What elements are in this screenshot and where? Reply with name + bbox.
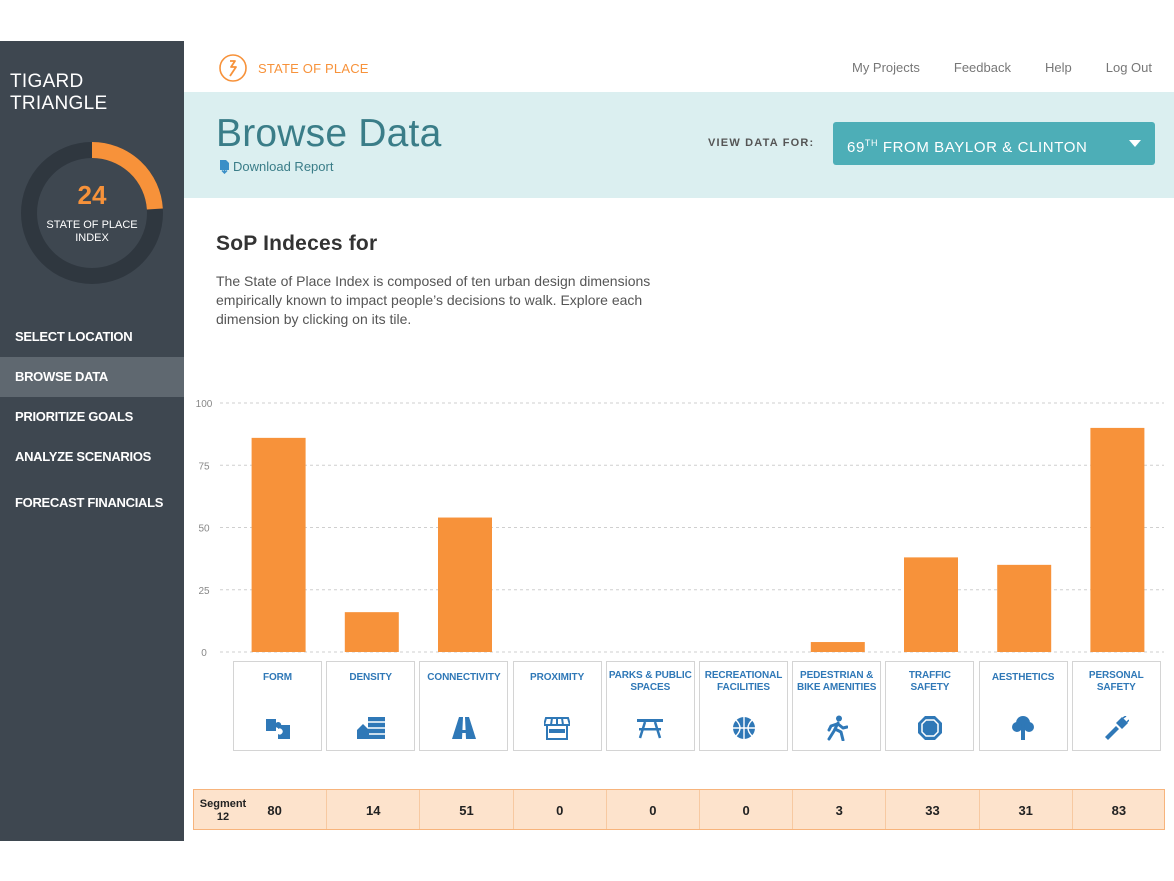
y-tick-label: 0 — [201, 648, 207, 659]
top-bar: STATE OF PLACE My Projects Feedback Help… — [184, 41, 1174, 92]
segment-value: 0 — [605, 790, 699, 829]
y-tick-label: 100 — [196, 399, 213, 410]
segment-value: 51 — [419, 790, 512, 829]
state-of-place-logo-icon — [219, 54, 247, 82]
storefront-icon — [514, 714, 601, 742]
top-nav: My Projects Feedback Help Log Out — [818, 60, 1152, 75]
road-icon — [420, 714, 507, 742]
tile-parks-public-spaces[interactable]: PARKS & PUBLIC SPACES — [605, 661, 695, 751]
download-file-icon — [220, 159, 229, 174]
tile-label: CONNECTIVITY — [427, 672, 501, 683]
project-title: TIGARD TRIANGLE — [10, 71, 108, 114]
location-select-value: 69TH FROM BAYLOR & CLINTON — [847, 138, 1088, 156]
tile-connectivity[interactable]: CONNECTIVITY — [419, 661, 509, 751]
bar-traffic-safety — [904, 557, 958, 652]
tile-pedestrian-bike-amenities[interactable]: PEDESTRIAN & BIKE AMENITIES — [792, 661, 882, 751]
tile-form[interactable]: FORM — [233, 661, 322, 751]
tile-label: PERSONAL SAFETY — [1088, 670, 1144, 693]
sidebar: TIGARD TRIANGLE 24 STATE OF PLACE INDEX … — [0, 41, 184, 841]
tile-recreational-facilities[interactable]: RECREATIONAL FACILITIES — [699, 661, 788, 751]
y-tick-label: 75 — [198, 461, 210, 472]
stop-sign-icon — [886, 714, 973, 742]
segment-value: 14 — [326, 790, 419, 829]
nav-prioritize-goals[interactable]: PRIORITIZE GOALS — [0, 397, 184, 437]
location-select[interactable]: 69TH FROM BAYLOR & CLINTON — [833, 122, 1155, 165]
brand-name: STATE OF PLACE — [258, 60, 369, 76]
tile-label: TRAFFIC SAFETY — [908, 670, 951, 693]
segment-value: 0 — [512, 790, 606, 829]
view-data-label: VIEW DATA FOR: — [708, 137, 815, 149]
segment-value: 31 — [978, 790, 1072, 829]
tile-label: PARKS & PUBLIC SPACES — [608, 670, 692, 693]
nav-select-location[interactable]: SELECT LOCATION — [0, 317, 184, 357]
help-link[interactable]: Help — [1045, 60, 1072, 75]
download-report-link[interactable]: Download Report — [220, 159, 333, 174]
tile-label: DENSITY — [349, 672, 392, 683]
bar-density — [344, 612, 399, 652]
tile-density[interactable]: DENSITY — [326, 661, 416, 751]
index-value: 24 — [77, 180, 107, 210]
index-gauge — [21, 142, 163, 284]
buildings-icon — [327, 714, 414, 742]
index-label: STATE OF PLACE INDEX — [46, 219, 138, 244]
nav-browse-data[interactable]: BROWSE DATA — [0, 357, 184, 397]
tile-label: RECREATIONAL FACILITIES — [704, 670, 783, 693]
log-out-link[interactable]: Log Out — [1106, 60, 1152, 75]
nav-analyze-scenarios[interactable]: ANALYZE SCENARIOS — [0, 437, 184, 477]
segment-value: 3 — [792, 790, 885, 829]
tile-aesthetics[interactable]: AESTHETICS — [978, 661, 1068, 751]
page-title: Browse Data — [216, 112, 442, 155]
tree-icon — [980, 714, 1067, 742]
download-report-label: Download Report — [233, 159, 334, 174]
sidebar-nav: SELECT LOCATION BROWSE DATA PRIORITIZE G… — [0, 317, 184, 523]
tile-personal-safety[interactable]: PERSONAL SAFETY — [1071, 661, 1161, 751]
basketball-icon — [700, 714, 787, 742]
bar-pedestrian-bike-amenities — [810, 642, 865, 652]
picnic-table-icon — [607, 714, 694, 742]
tile-label: PROXIMITY — [530, 672, 585, 683]
segment-value: 83 — [1071, 790, 1165, 829]
bar-connectivity — [438, 517, 492, 652]
segment-value: 80 — [267, 803, 282, 818]
feedback-link[interactable]: Feedback — [954, 60, 1011, 75]
tile-label: AESTHETICS — [991, 672, 1055, 683]
my-projects-link[interactable]: My Projects — [852, 60, 920, 75]
section-title: SoP Indeces for — [216, 232, 378, 255]
puzzle-icon — [234, 714, 321, 742]
segment-row: Segment 12 80 14 51 0 0 0 3 33 31 83 — [193, 789, 1165, 830]
tile-proximity[interactable]: PROXIMITY — [512, 661, 602, 751]
brand[interactable]: STATE OF PLACE — [218, 53, 369, 83]
segment-value: 0 — [699, 790, 792, 829]
tile-label: PEDESTRIAN & BIKE AMENITIES — [797, 670, 877, 693]
segment-value: 33 — [885, 790, 978, 829]
walking-person-icon — [793, 714, 880, 742]
bar-personal-safety — [1090, 427, 1145, 652]
bar-form — [251, 437, 306, 652]
flashlight-icon — [1073, 714, 1160, 742]
tile-traffic-safety[interactable]: TRAFFIC SAFETY — [885, 661, 975, 751]
sop-index-bar-chart: 0 25 50 75 100 — [196, 399, 1164, 659]
nav-forecast-financials[interactable]: FORECAST FINANCIALS — [0, 483, 184, 523]
y-tick-label: 50 — [198, 524, 210, 535]
tile-label: FORM — [262, 672, 293, 683]
bar-aesthetics — [997, 564, 1052, 652]
intro-text: The State of Place Index is composed of … — [216, 273, 651, 327]
chevron-down-icon — [1129, 140, 1141, 147]
page-header: Browse Data Download Report VIEW DATA FO… — [184, 92, 1174, 198]
y-tick-label: 25 — [198, 586, 210, 597]
